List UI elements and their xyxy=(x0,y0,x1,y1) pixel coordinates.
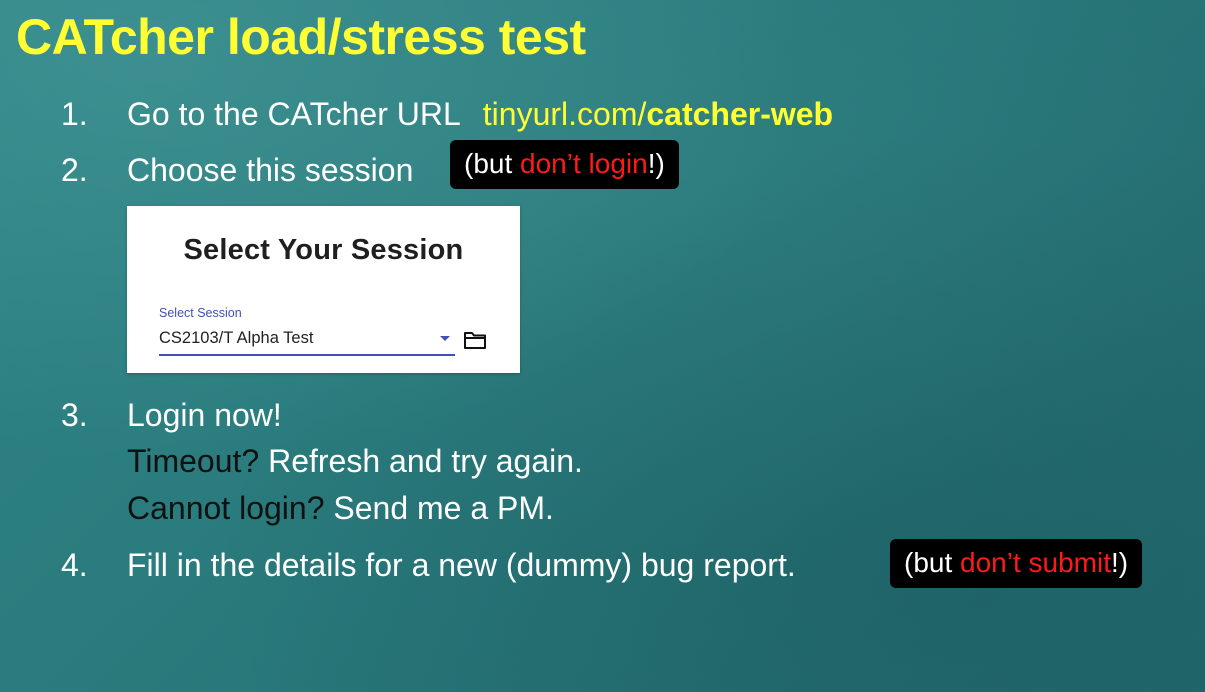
note-warning: don’t submit xyxy=(960,547,1111,578)
cannot-login-instruction: Send me a PM. xyxy=(324,490,554,526)
folder-icon[interactable] xyxy=(463,330,487,350)
step-1-text: Go to the CATcher URL xyxy=(127,96,461,132)
arrow-drop-down-icon[interactable] xyxy=(440,336,450,341)
slide: CATcher load/stress test 1. Go to the CA… xyxy=(0,0,1205,692)
step-4-number: 4. xyxy=(61,547,88,583)
cannot-login-question: Cannot login? xyxy=(127,490,325,526)
session-select[interactable]: CS2103/T Alpha Test xyxy=(159,327,313,349)
catcher-url-link[interactable]: tinyurl.com/catcher-web xyxy=(483,96,833,132)
timeout-question: Timeout? xyxy=(127,443,260,479)
step-4-text: Fill in the details for a new (dummy) bu… xyxy=(127,547,796,583)
step-1: Go to the CATcher URL tinyurl.com/catcher… xyxy=(127,94,833,134)
note-warning: don’t login xyxy=(520,148,648,179)
note-close: !) xyxy=(647,148,665,179)
note-open: (but xyxy=(464,148,521,179)
dont-login-note: (but don’t login!) xyxy=(450,140,679,189)
step-3-line-1: Login now! xyxy=(127,397,282,433)
session-field-label: Select Session xyxy=(159,306,242,320)
dont-submit-note: (but don’t submit!) xyxy=(890,539,1143,588)
step-2-text: Choose this session xyxy=(127,152,414,188)
session-select-underline xyxy=(159,354,455,356)
step-3-line-2: Timeout? Refresh and try again. xyxy=(127,441,583,481)
step-1-number: 1. xyxy=(61,96,88,132)
step-3-number: 3. xyxy=(61,397,88,433)
card-title: Select Your Session xyxy=(183,234,464,266)
catcher-url-bold: catcher-web xyxy=(646,96,834,132)
step-2-number: 2. xyxy=(61,152,88,188)
catcher-url-prefix: tinyurl.com/ xyxy=(482,96,647,132)
timeout-instruction: Refresh and try again. xyxy=(259,443,583,479)
note-close: !) xyxy=(1111,547,1129,578)
session-select-card: Select Your Session Select Session CS210… xyxy=(127,206,520,373)
slide-title: CATcher load/stress test xyxy=(16,9,586,65)
note-open: (but xyxy=(904,547,961,578)
step-3-line-3: Cannot login? Send me a PM. xyxy=(127,488,554,528)
